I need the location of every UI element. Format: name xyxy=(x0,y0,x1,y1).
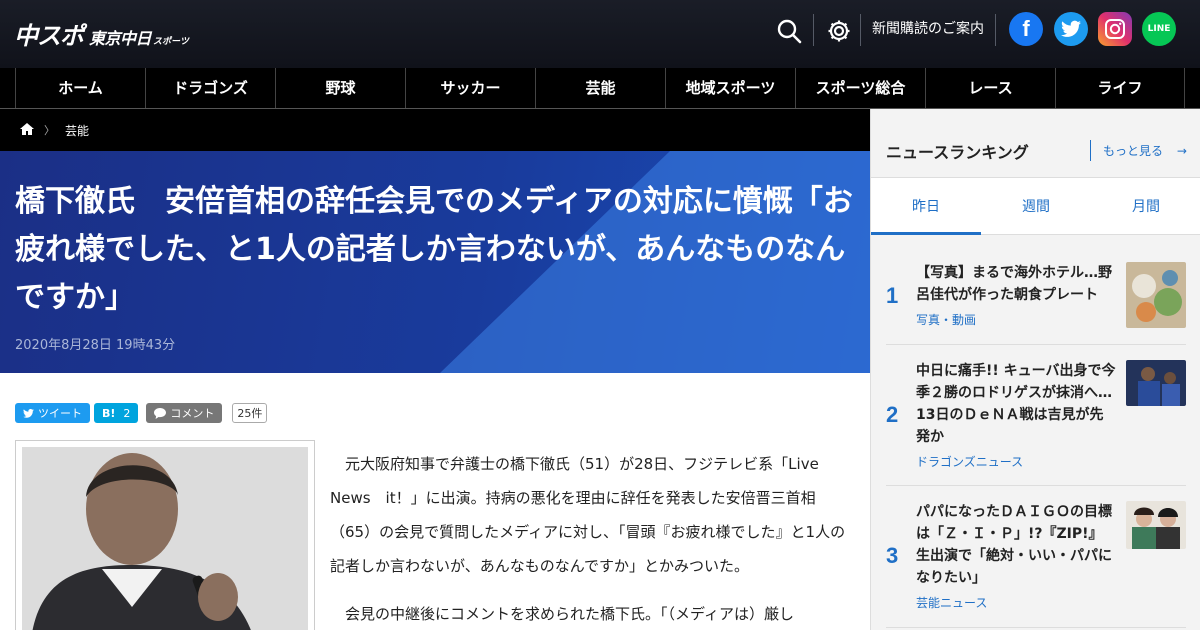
chevron-right-icon: 〉 xyxy=(44,124,55,137)
nav-item-home[interactable]: ホーム xyxy=(15,68,145,108)
nav-item-life[interactable]: ライフ xyxy=(1055,68,1185,108)
tweet-label: ツイート xyxy=(38,407,82,420)
subscription-link[interactable]: 新聞購読のご案内 xyxy=(872,20,984,38)
instagram-icon[interactable] xyxy=(1098,12,1132,46)
ranking-tabs: 昨日 週間 月間 xyxy=(871,177,1200,235)
article-paragraph: 会見の中継後にコメントを求められた橋下氏。「（メディアは）厳し xyxy=(345,605,794,623)
rank-number: 1 xyxy=(886,283,899,308)
twitter-icon[interactable] xyxy=(1054,12,1088,46)
nav-label: 野球 xyxy=(325,79,356,97)
rank-headline: 【写真】まるで海外ホテル…野呂佳代が作った朝食プレート xyxy=(916,265,1112,303)
article-paragraph: 元大阪府知事で弁護士の橋下徹氏（51）が28日、フジテレビ系「Live News… xyxy=(330,455,846,575)
rank-thumbnail xyxy=(1126,501,1186,549)
nav-item-soccer[interactable]: サッカー xyxy=(405,68,535,108)
nav-item-dragons[interactable]: ドラゴンズ xyxy=(145,68,275,108)
ranking-more-link[interactable]: もっと見る → xyxy=(1103,142,1187,159)
main-nav: ホーム ドラゴンズ 野球 サッカー 芸能 地域スポーツ スポーツ総合 レース ラ… xyxy=(0,68,1200,108)
tab-yesterday[interactable]: 昨日 xyxy=(871,178,981,235)
nav-item-baseball[interactable]: 野球 xyxy=(275,68,405,108)
news-ranking-sidebar: ニュースランキング もっと見る → 昨日 週間 月間 1 【写真】まるで海外ホテ… xyxy=(870,109,1200,630)
rank-headline: 中日に痛手!! キューバ出身で今季２勝のロドリゲスが抹消へ…13日のＤｅＮＡ戦は… xyxy=(916,363,1116,445)
nav-label: 地域スポーツ xyxy=(685,79,776,97)
ranking-item[interactable]: 2 中日に痛手!! キューバ出身で今季２勝のロドリゲスが抹消へ…13日のＤｅＮＡ… xyxy=(886,345,1186,486)
nav-item-race[interactable]: レース xyxy=(925,68,1055,108)
line-label: LINE xyxy=(1147,24,1171,34)
search-icon[interactable] xyxy=(774,14,804,48)
twitter-icon xyxy=(23,408,34,418)
hatena-label: B! xyxy=(102,406,116,420)
header-divider xyxy=(860,14,861,46)
header-divider xyxy=(813,14,814,46)
nav-label: ホーム xyxy=(58,79,103,97)
rank-thumbnail xyxy=(1126,262,1186,328)
ranking-item[interactable]: 3 パパになったＤＡＩＧＯの目標は「Ｚ・Ｉ・Ｐ」!?『ZIP!』生出演で「絶対・… xyxy=(886,486,1186,628)
breadcrumb-current[interactable]: 芸能 xyxy=(65,122,89,139)
article-title: 橋下徹氏 安倍首相の辞任会見でのメディアの対応に憤慨「お疲れ様でした、と1人の記… xyxy=(15,184,853,315)
article-body: 元大阪府知事で弁護士の橋下徹氏（51）が28日、フジテレビ系「Live News… xyxy=(330,447,850,630)
site-header: 中スポ 東京中日 スポーツ 新聞購読のご案内 f LINE xyxy=(0,0,1200,68)
article-hero: 橋下徹氏 安倍首相の辞任会見でのメディアの対応に憤慨「お疲れ様でした、と1人の記… xyxy=(0,151,870,373)
hatena-count: 2 xyxy=(123,406,131,420)
nav-item-local-sports[interactable]: 地域スポーツ xyxy=(665,68,795,108)
logo-sub-text: 東京中日 xyxy=(89,29,152,48)
logo-main-text: 中スポ xyxy=(14,22,84,50)
arrow-right-icon: → xyxy=(1176,144,1187,158)
ranking-item[interactable]: 1 【写真】まるで海外ホテル…野呂佳代が作った朝食プレート 写真・動画 xyxy=(886,254,1186,345)
tweet-button[interactable]: ツイート xyxy=(15,403,90,423)
rank-number: 3 xyxy=(886,543,899,568)
nav-label: ライフ xyxy=(1097,79,1143,97)
site-logo[interactable]: 中スポ 東京中日 スポーツ xyxy=(14,16,189,50)
nav-label: サッカー xyxy=(440,79,501,97)
share-bar: ツイート B! 2 コメント 25件 xyxy=(15,403,268,423)
tab-label: 昨日 xyxy=(912,199,940,215)
gear-icon[interactable] xyxy=(824,14,854,48)
ranking-title: ニュースランキング xyxy=(886,143,1029,162)
facebook-icon[interactable]: f xyxy=(1009,12,1043,46)
rank-headline: パパになったＤＡＩＧＯの目標は「Ｚ・Ｉ・Ｐ」!?『ZIP!』生出演で「絶対・いい… xyxy=(916,504,1112,586)
nav-label: 芸能 xyxy=(585,79,616,97)
nav-item-entertainment[interactable]: 芸能 xyxy=(535,68,665,108)
comment-label: コメント xyxy=(170,407,215,420)
person-silhouette xyxy=(22,447,308,630)
breadcrumb: 〉 芸能 xyxy=(0,109,870,151)
facebook-letter: f xyxy=(1022,16,1030,41)
logo-tiny-text: スポーツ xyxy=(153,37,189,47)
nav-label: スポーツ総合 xyxy=(815,79,906,97)
rank-number: 2 xyxy=(886,402,899,427)
hatena-bookmark-button[interactable]: B! 2 xyxy=(94,403,139,423)
home-icon[interactable] xyxy=(20,122,34,138)
photo-image xyxy=(22,447,308,630)
article-date: 2020年8月28日 19時43分 xyxy=(15,338,176,353)
header-divider xyxy=(995,14,996,46)
tab-label: 月間 xyxy=(1132,199,1160,215)
speech-bubble-icon xyxy=(154,407,167,419)
comment-count[interactable]: 25件 xyxy=(232,403,268,423)
article-photo[interactable] xyxy=(15,440,315,630)
more-label: もっと見る xyxy=(1103,144,1164,158)
ranking-divider xyxy=(1090,140,1091,161)
tab-label: 週間 xyxy=(1022,199,1050,215)
rank-thumbnail xyxy=(1126,360,1186,406)
tab-weekly[interactable]: 週間 xyxy=(981,178,1091,234)
line-icon[interactable]: LINE xyxy=(1142,12,1176,46)
rank-category: 写真・動画 xyxy=(916,313,977,327)
rank-category: ドラゴンズニュース xyxy=(916,455,1024,469)
nav-label: ドラゴンズ xyxy=(173,79,248,97)
tab-monthly[interactable]: 月間 xyxy=(1091,178,1200,234)
nav-item-general-sports[interactable]: スポーツ総合 xyxy=(795,68,925,108)
nav-label: レース xyxy=(968,79,1013,97)
rank-category: 芸能ニュース xyxy=(916,596,988,610)
comment-button[interactable]: コメント xyxy=(146,403,223,423)
